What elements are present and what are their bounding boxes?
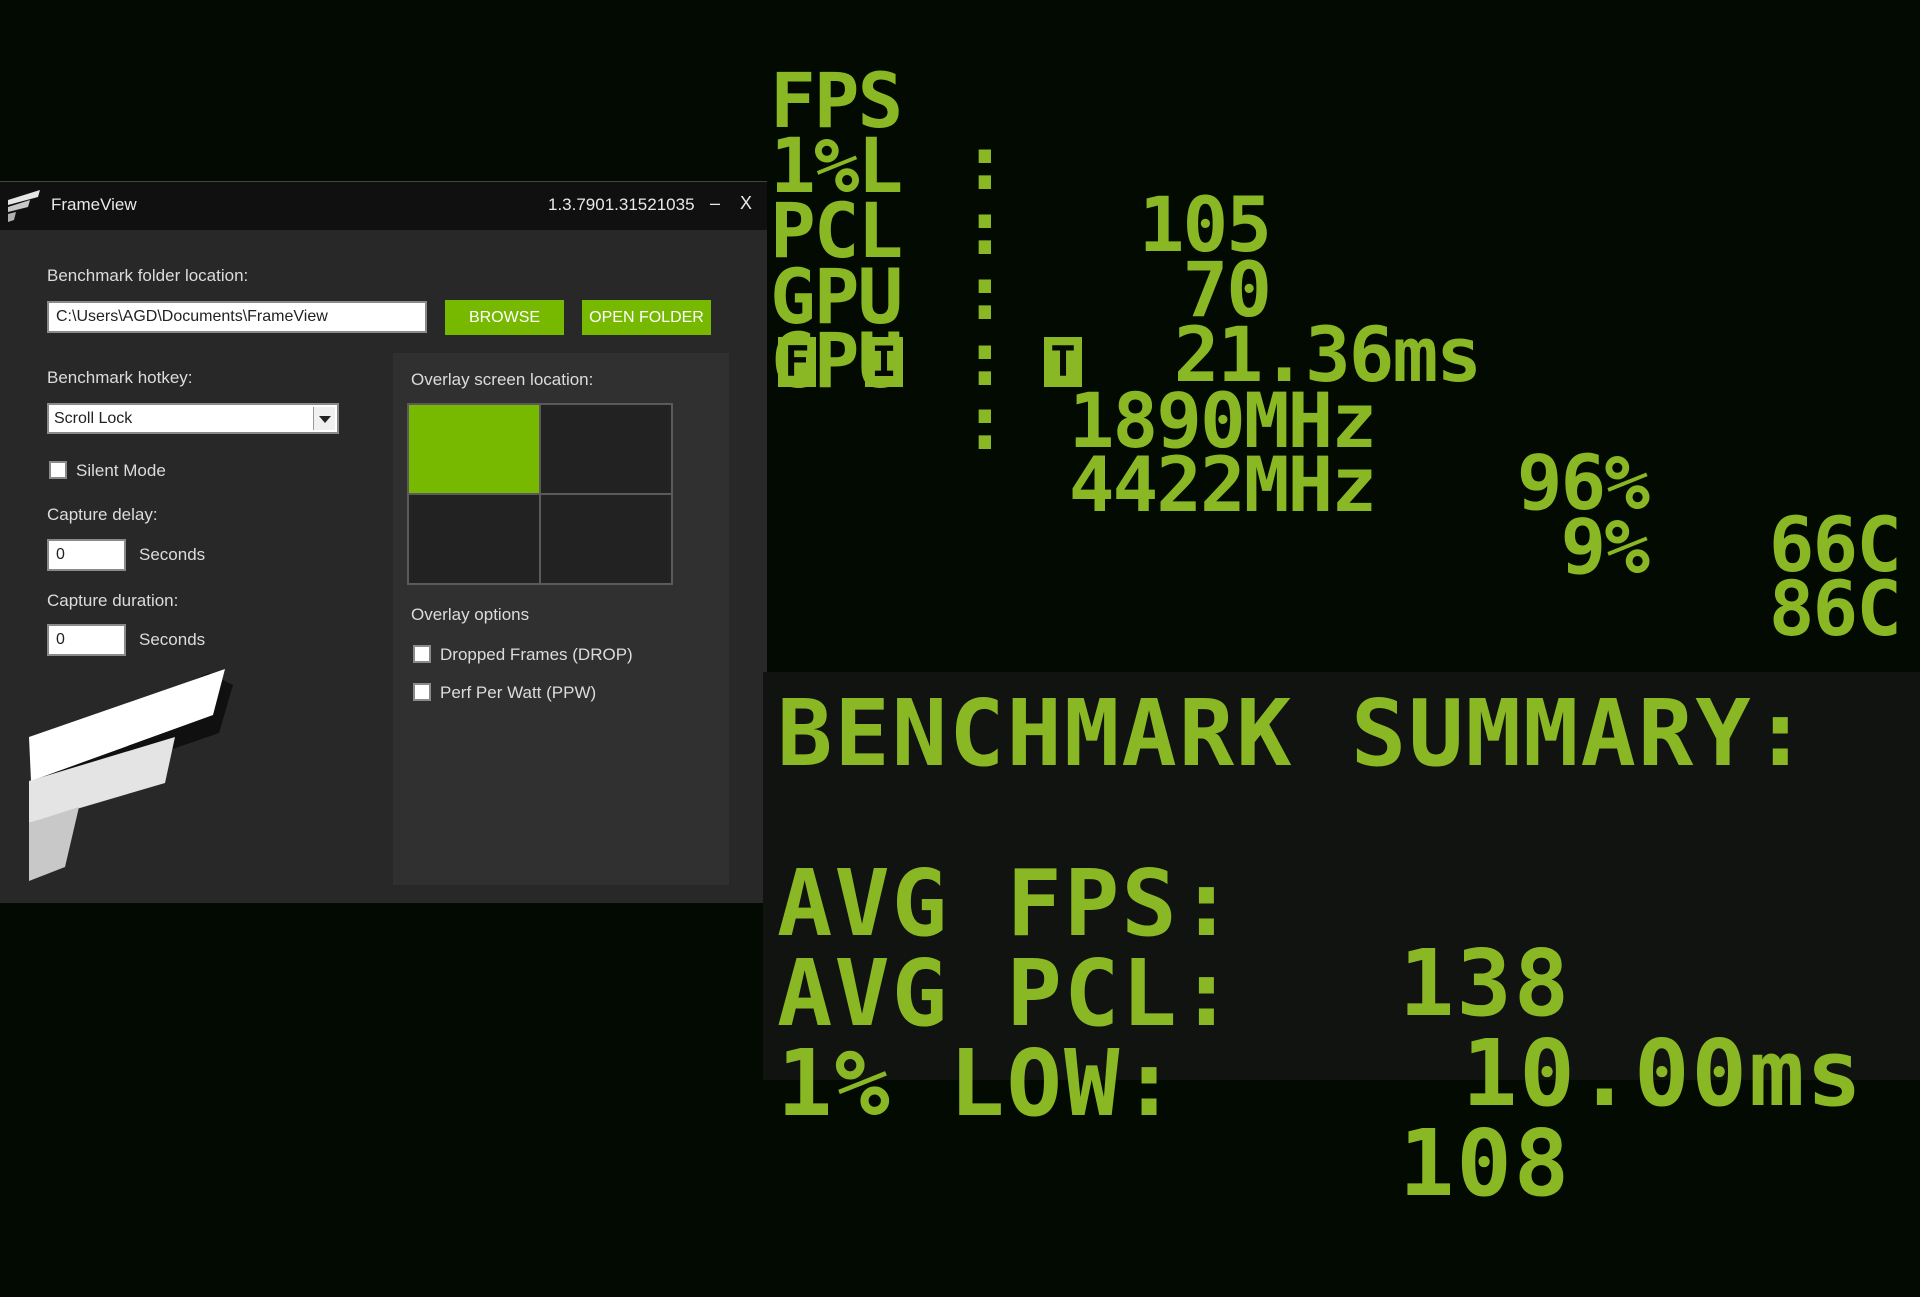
gpu-row: GPU : 1890MHz 96% 66C: [770, 204, 1902, 583]
benchmark-summary-panel: BENCHMARK SUMMARY: AVG FPS: 138 AVG PCL:…: [763, 672, 1920, 1210]
hotkey-select[interactable]: Scroll Lock: [47, 403, 339, 434]
one-pct-low-summary-row: 1% LOW: 108: [777, 964, 1877, 1210]
location-bottom-right[interactable]: [541, 495, 671, 583]
capture-duration-unit: Seconds: [139, 630, 206, 649]
window-title: FrameView: [51, 195, 137, 214]
dropped-frames-checkbox[interactable]: [413, 645, 431, 663]
badge-i: I: [865, 337, 903, 387]
hotkey-value: Scroll Lock: [54, 410, 133, 427]
capture-delay-label: Capture delay:: [47, 505, 158, 524]
avg-pcl-value: 10.00ms: [1462, 1020, 1864, 1127]
overlay-location-grid: [407, 403, 673, 585]
folder-location-label: Benchmark folder location:: [47, 266, 249, 285]
silent-mode-checkbox[interactable]: [49, 461, 67, 479]
capture-duration-input[interactable]: 0: [47, 624, 126, 656]
overlay-options-label: Overlay options: [411, 605, 530, 624]
silent-mode-label: Silent Mode: [76, 461, 166, 480]
cpu-clock: 4422MHz: [1068, 440, 1377, 529]
capture-delay-unit: Seconds: [139, 545, 206, 564]
overlay-location-label: Overlay screen location:: [411, 370, 594, 389]
summary-title: BENCHMARK SUMMARY:: [777, 680, 1810, 787]
frameview-large-logo-icon: [29, 669, 233, 881]
open-folder-button[interactable]: OPEN FOLDER: [582, 300, 711, 335]
cpu-colon: :: [962, 378, 1008, 467]
location-top-left[interactable]: [409, 405, 539, 493]
version-label: 1.3.7901.31521035: [548, 195, 695, 214]
cpu-row: CPU : 4422MHz 9% 86C: [770, 268, 1902, 647]
perf-per-watt-checkbox[interactable]: [413, 683, 431, 701]
overlay-settings-panel: Overlay screen location: Overlay options…: [393, 353, 729, 885]
browse-button[interactable]: BROWSE: [445, 300, 564, 335]
stats-overlay: FPS : 105 1%L : 70 PCL : 21.36ms GPU : 1…: [770, 0, 1920, 647]
frameview-logo-icon: [8, 190, 40, 222]
location-top-right[interactable]: [541, 405, 671, 493]
cpu-temp: 86C: [1768, 564, 1902, 653]
one-pct-low-row: 1%L : 70: [770, 73, 1272, 328]
avg-pcl-row: AVG PCL: 10.00ms: [777, 874, 1877, 1120]
capture-delay-input[interactable]: 0: [47, 539, 126, 571]
chevron-down-icon[interactable]: [313, 407, 335, 430]
dropped-frames-label: Dropped Frames (DROP): [440, 645, 633, 664]
pcl-row: PCL : 21.36ms: [770, 138, 1482, 393]
location-bottom-left[interactable]: [409, 495, 539, 583]
close-button[interactable]: X: [740, 193, 752, 214]
one-pct-low-summary-value: 108: [1399, 1110, 1572, 1217]
frameview-window: FrameView 1.3.7901.31521035 – X Benchmar…: [0, 181, 767, 903]
capture-duration-label: Capture duration:: [47, 591, 179, 610]
cpu-load: 9%: [1560, 502, 1650, 591]
perf-per-watt-label: Perf Per Watt (PPW): [440, 683, 597, 702]
title-bar: FrameView 1.3.7901.31521035 – X: [0, 181, 767, 230]
fps-row: FPS : 105: [770, 8, 1272, 263]
one-pct-low-summary-label: 1% LOW:: [777, 1030, 1179, 1137]
avg-fps-row: AVG FPS: 138: [777, 784, 1877, 1030]
folder-location-input[interactable]: C:\Users\AGD\Documents\FrameView: [47, 301, 427, 333]
hotkey-label: Benchmark hotkey:: [47, 368, 193, 387]
badge-f: F: [778, 337, 816, 387]
minimize-button[interactable]: –: [710, 193, 720, 214]
badge-t: T: [1044, 337, 1082, 387]
